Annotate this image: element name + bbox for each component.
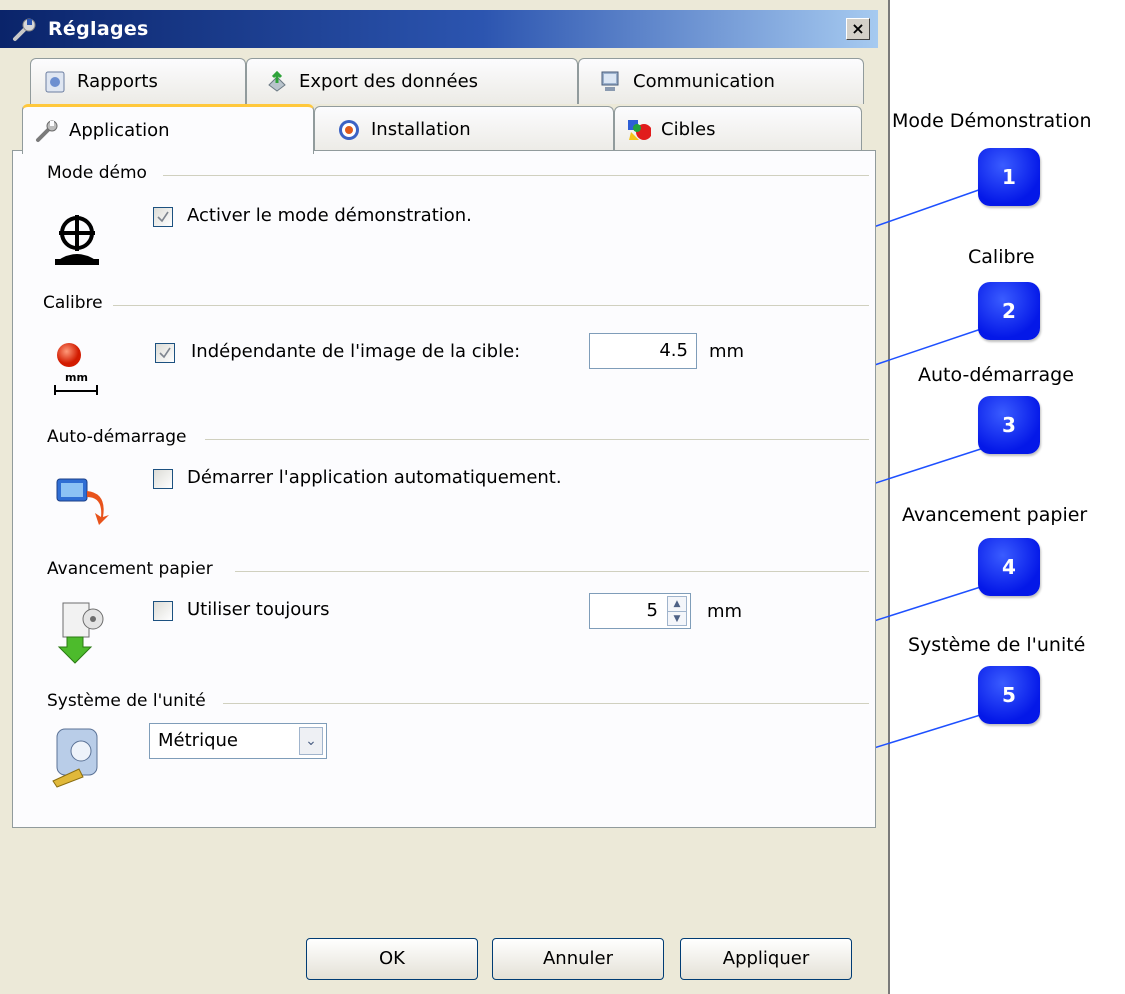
demo-mode-checkbox[interactable] [153, 207, 173, 227]
paper-spinner[interactable]: ▲ ▼ [667, 596, 687, 626]
paper-checkbox[interactable] [153, 601, 173, 621]
calibre-value-input[interactable]: 4.5 [589, 333, 697, 369]
group-divider [235, 571, 869, 572]
wrench-icon [35, 119, 59, 143]
annotation-title-4: Avancement papier [902, 504, 1088, 526]
unit-system-value: Métrique [158, 730, 238, 751]
autostart-label: Démarrer l'application automatiquement. [187, 467, 562, 488]
group-divider [223, 703, 869, 704]
annotation-badge-2: 2 [978, 282, 1040, 340]
paper-roll-icon [53, 597, 113, 671]
paper-label: Utiliser toujours [187, 599, 330, 620]
joystick-icon [49, 209, 105, 273]
annotation-badge-3: 3 [978, 396, 1040, 454]
paper-unit: mm [707, 601, 743, 622]
spin-up-icon[interactable]: ▲ [668, 597, 686, 612]
group-divider [205, 439, 869, 440]
autostart-checkbox[interactable] [153, 469, 173, 489]
tab-label: Application [69, 120, 170, 141]
group-title-demo: Mode démo [47, 163, 151, 183]
autostart-icon [53, 473, 113, 533]
group-title-units: Système de l'unité [47, 691, 210, 711]
calibre-unit: mm [709, 341, 745, 362]
spin-down-icon[interactable]: ▼ [668, 612, 686, 626]
group-title-paper: Avancement papier [47, 559, 217, 579]
group-divider [163, 175, 869, 176]
unit-system-select[interactable]: Métrique ⌄ [149, 723, 327, 759]
calibre-checkbox[interactable] [155, 343, 175, 363]
tab-panel-application: Mode démo Activer le mode démonstration.… [12, 150, 876, 828]
annotation-badge-5: 5 [978, 666, 1040, 724]
group-divider [113, 305, 869, 306]
annotation-title-1: Mode Démonstration [892, 110, 1092, 132]
group-title-calibre: Calibre [43, 293, 107, 313]
annotation-title-3: Auto-démarrage [918, 364, 1074, 386]
annotation-title-5: Système de l'unité [908, 634, 1086, 656]
annotation-badge-4: 4 [978, 538, 1040, 596]
tab-application[interactable]: Application [22, 104, 314, 154]
annotation-badge-1: 1 [978, 148, 1040, 206]
tape-measure-icon [49, 725, 109, 795]
group-title-autostart: Auto-démarrage [47, 427, 191, 447]
caliber-icon-text: mm [65, 371, 88, 384]
demo-mode-label: Activer le mode démonstration. [187, 205, 472, 226]
chevron-down-icon[interactable]: ⌄ [299, 727, 323, 755]
calibre-label: Indépendante de l'image de la cible: [191, 341, 521, 362]
annotation-title-2: Calibre [968, 246, 1035, 268]
